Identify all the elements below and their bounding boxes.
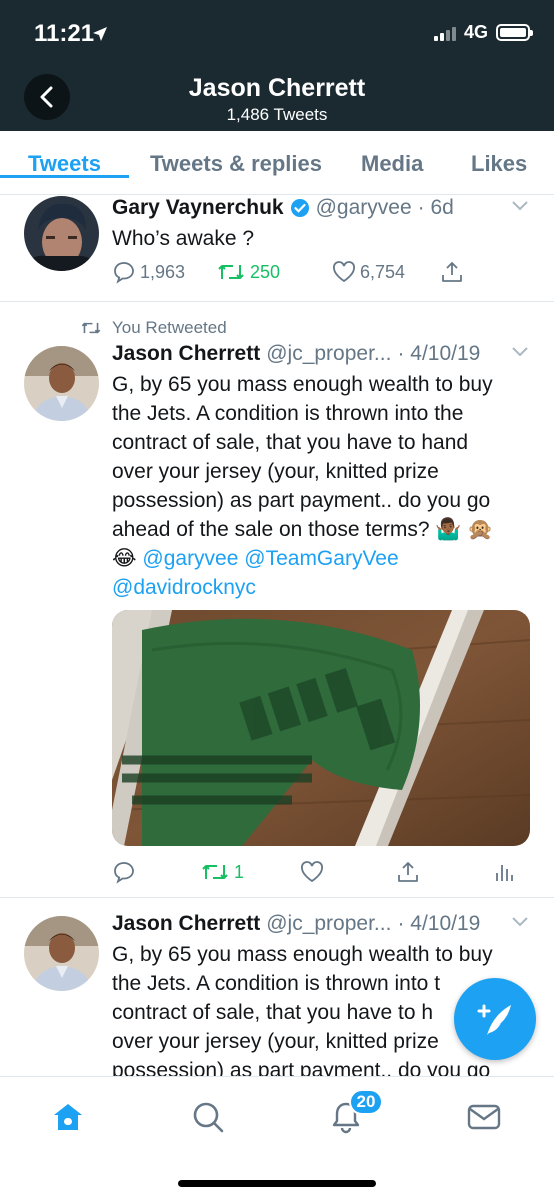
profile-name: Jason Cherrett [188,74,366,102]
chevron-down-icon[interactable] [510,346,530,358]
verified-icon [290,199,309,217]
search-icon [193,1102,224,1133]
nav-messages[interactable] [464,1097,504,1137]
tweet-text-line: 😂 @garyvee @TeamGaryVee [112,544,530,573]
tweet[interactable]: Gary Vaynerchuk @garyvee · 6d Who’s awak… [0,196,554,302]
tweet-image[interactable] [112,610,530,846]
mention-link[interactable]: @davidrocknyc [112,576,256,599]
profile-tabs: Tweets Tweets & replies Media Likes [0,131,554,195]
tweet[interactable]: You Retweeted Jason Cherrett @jc_proper.… [0,302,554,898]
home-indicator[interactable] [178,1180,376,1187]
reply-icon [114,862,134,884]
author-name[interactable]: Jason Cherrett [112,912,260,936]
profile-header: 11:21 4G Jason Cherrett 1,486 Tweets [0,0,554,131]
tab-media[interactable]: Media [361,131,423,177]
tweet-text-line: contract of sale, that you have to hand [112,431,469,454]
retweet-count: 1 [234,861,245,882]
tweet-text-line: G, by 65 you mass enough wealth to buy [112,373,493,396]
avatar[interactable] [24,916,99,991]
share-icon [398,862,418,882]
share-button[interactable] [396,860,494,884]
battery-icon [496,24,533,41]
page-title: Jason Cherrett 1,486 Tweets [0,74,554,125]
notification-badge: 20 [349,1089,383,1115]
tweet-text: G, by 65 you mass enough wealth to buy t… [112,370,530,602]
tweet-text-line: possession) as part payment.. do you go [112,1059,491,1076]
nav-search[interactable] [188,1097,228,1137]
compose-icon [477,1004,511,1035]
tweet-time: · 6d [417,196,454,219]
mail-icon [467,1104,501,1130]
home-icon [54,1104,82,1130]
retweet-context: You Retweeted [80,318,227,338]
compose-tweet-button[interactable] [454,978,536,1060]
chevron-down-icon[interactable] [510,200,530,212]
network-label: 4G [463,22,488,42]
reply-count: 1,963 [140,261,186,282]
tweet-text-line: G, by 65 you mass enough wealth to buy [112,943,493,966]
tweet-time: · 4/10/19 [397,342,481,365]
reply-button[interactable] [112,860,200,884]
laughing-emoji: 😂 [112,547,137,570]
mention-link[interactable]: @TeamGaryVee [244,547,398,570]
like-icon [301,861,323,883]
like-button[interactable] [300,861,396,883]
author-handle[interactable]: @jc_proper... [266,342,391,366]
nav-home[interactable] [48,1097,88,1137]
tweet-text-line: the Jets. A condition is thrown into the [112,402,464,425]
analytics-button[interactable] [494,861,514,883]
retweet-button[interactable]: 1 [200,861,300,883]
like-icon [333,261,355,283]
tweet-count: 1,486 Tweets [226,105,328,124]
tab-tweets[interactable]: Tweets [0,131,129,178]
share-button[interactable] [440,260,464,284]
avatar[interactable] [24,346,99,421]
tweet-text-line: over your jersey (your, knitted prize [112,460,439,483]
avatar[interactable] [24,196,99,271]
retweet-button[interactable]: 250 [216,261,332,283]
author-handle[interactable]: @jc_proper... [266,912,391,936]
status-indicators: 4G [433,22,533,43]
mention-link[interactable]: @garyvee [142,547,238,570]
location-arrow-icon [93,27,107,41]
tweet-text: Who’s awake ? [112,227,255,250]
like-button[interactable]: 6,754 [332,261,440,283]
tab-tweets-replies[interactable]: Tweets & replies [150,131,322,177]
tweet-text-line: possession) as part payment.. do you go [112,489,491,512]
reply-button[interactable]: 1,963 [112,260,216,284]
author-name[interactable]: Gary Vaynerchuk [112,196,284,220]
reply-icon [114,262,134,284]
retweet-icon [202,865,228,879]
retweet-context-label: You Retweeted [112,318,227,337]
tweet-text-line: @davidrocknyc [112,573,530,602]
tweet-text-line: ahead of the sale on those terms? 🤷🏾‍♂️ … [112,518,494,541]
chevron-down-icon[interactable] [510,916,530,928]
retweet-count: 250 [250,261,281,282]
retweet-icon [218,265,244,279]
share-icon [442,262,462,282]
like-count: 6,754 [360,261,406,282]
tweet-time: · 4/10/19 [397,912,481,935]
tab-likes[interactable]: Likes [471,131,527,177]
retweet-icon [81,322,101,334]
status-time: 11:21 [34,20,95,47]
signal-icon [433,25,456,41]
author-name[interactable]: Jason Cherrett [112,342,260,366]
analytics-icon [496,865,513,881]
author-handle[interactable]: @garyvee [316,196,412,220]
